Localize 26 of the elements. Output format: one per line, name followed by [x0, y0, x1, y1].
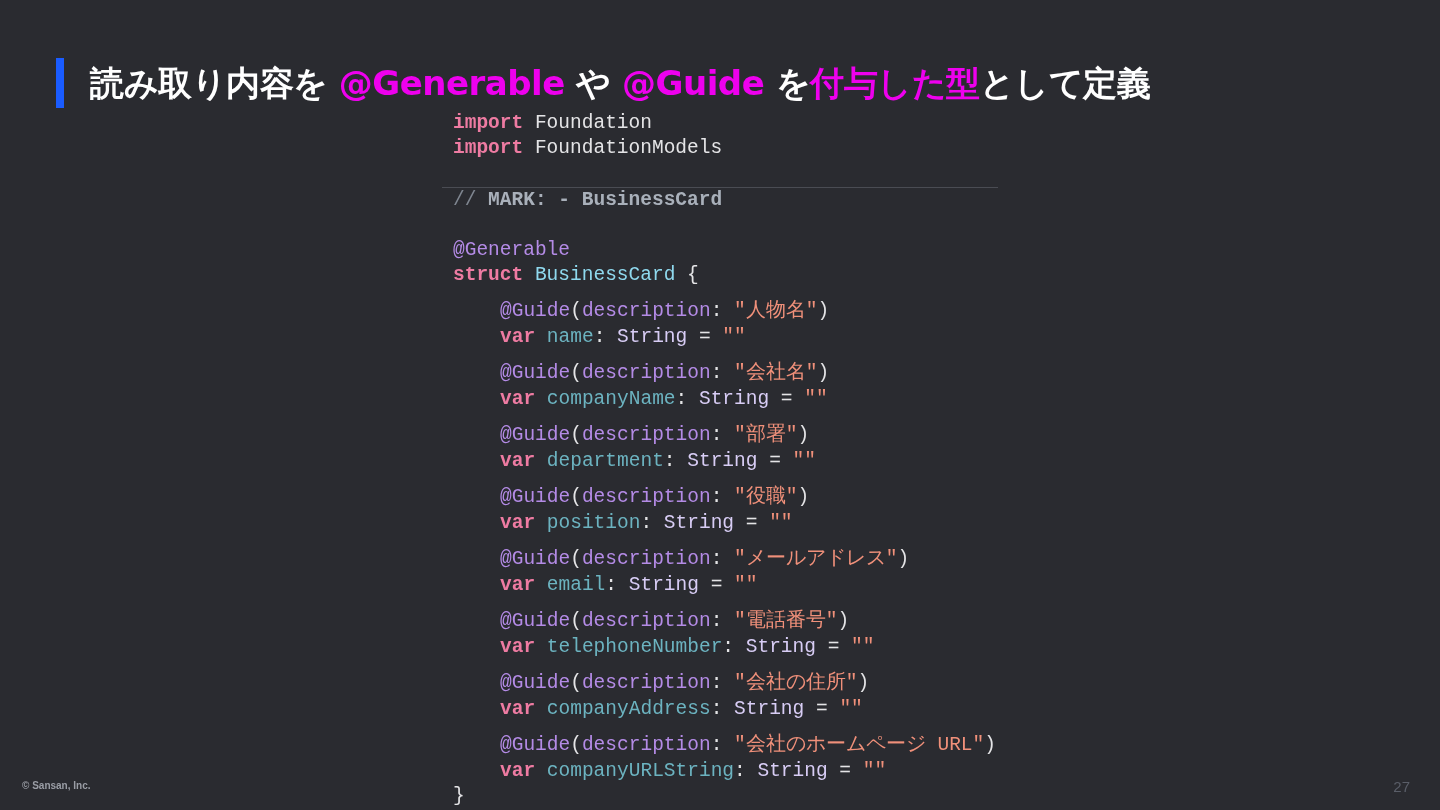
page-number: 27 [1393, 776, 1410, 797]
code-line: var companyURLString: String = "" [499, 759, 888, 784]
code-line: @Generable [452, 238, 572, 263]
code-line: @Guide(description: "会社名") [499, 360, 831, 386]
code-line: } [452, 784, 466, 809]
code-line: @Guide(description: "メールアドレス") [499, 547, 911, 572]
code-line: // MARK: - BusinessCard [452, 188, 724, 213]
code-line: @Guide(description: "部署") [499, 422, 811, 448]
code-line: @Guide(description: "会社の住所") [499, 670, 871, 696]
code-line: var department: String = "" [499, 449, 817, 474]
code-line: @Guide(description: "会社のホームページ URL") [499, 732, 997, 758]
code-line: var companyName: String = "" [499, 387, 829, 412]
copyright-footer: © Sansan, Inc. [22, 780, 91, 791]
code-line: var telephoneNumber: String = "" [499, 635, 876, 660]
code-line: var email: String = "" [499, 573, 759, 598]
accent-bar [56, 58, 64, 108]
code-line: import FoundationModels [452, 136, 724, 161]
code-line: @Guide(description: "人物名") [499, 299, 831, 324]
code-line: var name: String = "" [499, 325, 747, 350]
code-line: @Guide(description: "役職") [499, 484, 811, 510]
code-line: var companyAddress: String = "" [499, 697, 864, 722]
code-line: @Guide(description: "電話番号") [499, 608, 851, 634]
code-line: struct BusinessCard { [452, 263, 700, 288]
code-line: var position: String = "" [499, 511, 794, 536]
slide-title: 読み取り内容を @Generable や @Guide を付与した型として定義 [90, 61, 1151, 105]
code-line: import Foundation [452, 111, 653, 136]
